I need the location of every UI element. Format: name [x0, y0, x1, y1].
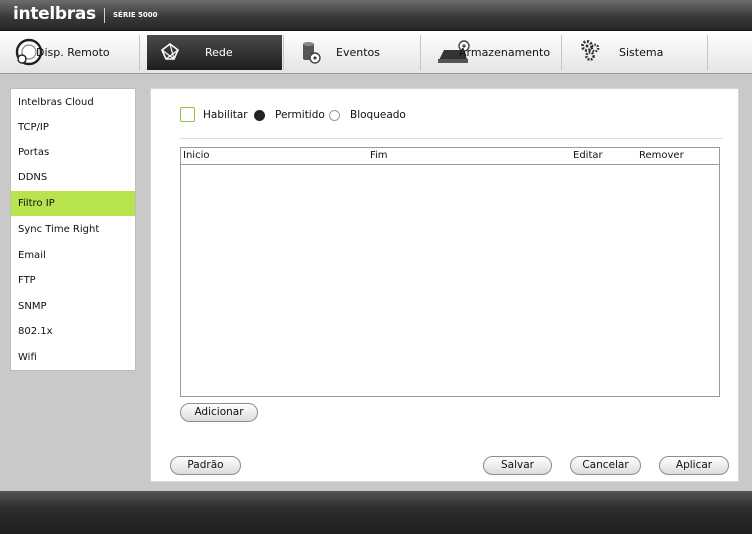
menu-divider	[561, 35, 562, 70]
menu-item-sistema[interactable]: Sistema	[569, 35, 706, 70]
main-menu-bar: Disp. Remoto Rede Eventos Armazenamento	[0, 31, 752, 74]
gears-icon	[581, 40, 600, 61]
menu-divider	[139, 35, 140, 70]
events-icon	[303, 42, 321, 64]
intelbras-logo: intelbras	[13, 4, 96, 24]
allow-label: Permitido	[275, 109, 325, 121]
sidebar-item-ftp[interactable]: FTP	[11, 268, 135, 293]
brand-divider	[104, 8, 105, 23]
menu-item-eventos[interactable]: Eventos	[292, 35, 417, 70]
menu-item-rede[interactable]: Rede	[147, 35, 282, 70]
menu-label: Sistema	[619, 46, 664, 59]
default-button[interactable]: Padrão	[170, 456, 241, 475]
ip-filter-panel: Habilitar Permitido Bloqueado Inicio Fim…	[150, 88, 739, 482]
sidebar-item-wifi[interactable]: Wifi	[11, 345, 135, 370]
table-header: Inicio Fim Editar Remover	[181, 148, 719, 165]
section-divider	[180, 138, 723, 139]
sidebar-item-tcp-ip[interactable]: TCP/IP	[11, 115, 135, 140]
menu-divider	[707, 35, 708, 70]
network-icon	[161, 43, 179, 60]
menu-label: Disp. Remoto	[36, 46, 110, 59]
column-header-editar: Editar	[573, 150, 603, 161]
series-label: SÉRIE 5000	[113, 11, 158, 19]
cancel-button[interactable]: Cancelar	[570, 456, 641, 475]
menu-divider	[420, 35, 421, 70]
column-header-fim: Fim	[370, 150, 388, 161]
sidebar-item-ddns[interactable]: DDNS	[11, 165, 135, 190]
menu-item-disp-remoto[interactable]: Disp. Remoto	[12, 35, 138, 70]
block-radio[interactable]	[329, 110, 340, 121]
sidebar-item-intelbras-cloud[interactable]: Intelbras Cloud	[11, 90, 135, 115]
menu-label: Eventos	[336, 46, 380, 59]
column-header-remover: Remover	[639, 150, 684, 161]
allow-radio[interactable]	[254, 110, 265, 121]
menu-divider	[283, 35, 284, 70]
sidebar-item-portas[interactable]: Portas	[11, 140, 135, 165]
sidebar-item-filtro-ip[interactable]: Filtro IP	[11, 191, 135, 216]
apply-button[interactable]: Aplicar	[659, 456, 729, 475]
column-header-inicio: Inicio	[183, 150, 210, 161]
sidebar-item-sync-time-right[interactable]: Sync Time Right	[11, 217, 135, 242]
bottom-bar	[0, 491, 752, 534]
enable-checkbox[interactable]	[180, 107, 195, 122]
sidebar-item-email[interactable]: Email	[11, 243, 135, 268]
top-brand-bar: intelbras SÉRIE 5000	[0, 0, 752, 31]
save-button[interactable]: Salvar	[483, 456, 552, 475]
ip-filter-table: Inicio Fim Editar Remover	[180, 147, 720, 397]
menu-label: Rede	[205, 46, 233, 59]
network-sidebar: Intelbras Cloud TCP/IP Portas DDNS Filtr…	[10, 88, 136, 371]
menu-item-armazenamento[interactable]: Armazenamento	[429, 35, 559, 70]
sidebar-item-8021x[interactable]: 802.1x	[11, 319, 135, 344]
add-button[interactable]: Adicionar	[180, 403, 258, 422]
menu-label: Armazenamento	[459, 46, 551, 59]
block-label: Bloqueado	[350, 109, 406, 121]
enable-label: Habilitar	[203, 109, 248, 121]
sidebar-item-snmp[interactable]: SNMP	[11, 294, 135, 319]
